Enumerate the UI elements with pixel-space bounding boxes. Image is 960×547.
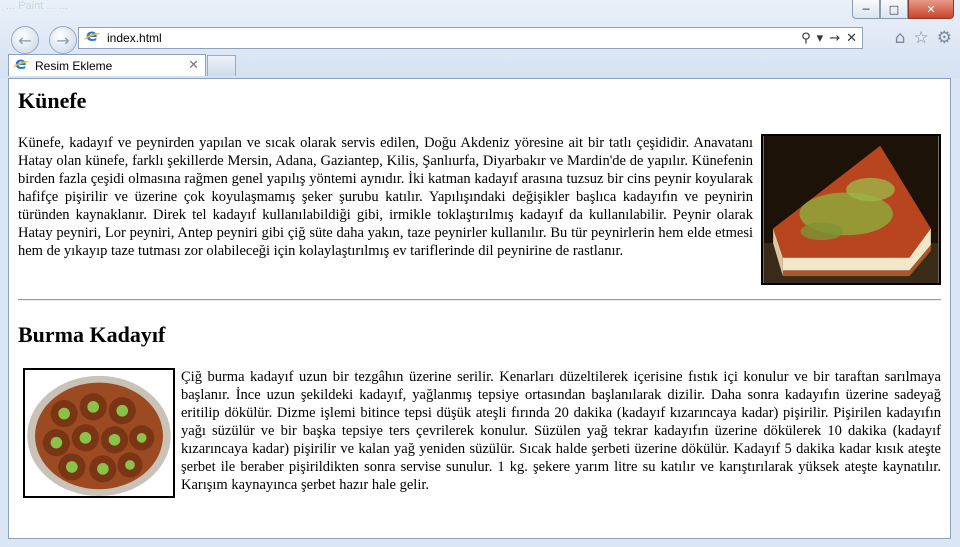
section-text-burma: Çiğ burma kadayıf uzun bir tezgâhın üzer…	[181, 369, 941, 493]
toolbar-icons: ⌂ ☆ ⚙	[895, 28, 952, 48]
section-burma: Çiğ burma kadayıf uzun bir tezgâhın üzer…	[18, 368, 941, 504]
browser-chrome: ... Paint ... ... ─ □ ✕ ← → index.html ⚲…	[0, 0, 960, 78]
forward-button[interactable]: →	[49, 26, 77, 54]
window-title: ... Paint ... ...	[6, 0, 68, 12]
section-divider	[18, 299, 941, 301]
chevron-down-icon[interactable]: ▾	[817, 31, 824, 46]
favorites-star-icon[interactable]: ☆	[914, 28, 929, 48]
address-bar[interactable]: index.html ⚲ ▾ → ✕	[78, 26, 863, 49]
window-controls: ─ □ ✕	[852, 0, 954, 19]
ie-page-icon	[85, 26, 101, 46]
page-content: Künefe Künefe, kadayıf ve peynirden yapı…	[8, 78, 951, 539]
address-tools: ⚲ ▾ → ✕	[801, 31, 857, 46]
new-tab-button[interactable]	[207, 55, 236, 76]
go-icon[interactable]: →	[829, 31, 840, 46]
burma-kadayif-photo	[23, 368, 175, 498]
address-url[interactable]: index.html	[107, 31, 801, 45]
tab-title: Resim Ekleme	[35, 58, 113, 73]
section-kunefe: Künefe, kadayıf ve peynirden yapılan ve …	[18, 134, 941, 291]
stop-icon[interactable]: ✕	[846, 31, 857, 46]
tab-resim-ekleme[interactable]: Resim Ekleme ✕	[8, 54, 206, 76]
gear-icon[interactable]: ⚙	[937, 28, 952, 48]
back-button[interactable]: ←	[11, 26, 39, 54]
maximize-button[interactable]: □	[880, 0, 908, 19]
section-text-kunefe: Künefe, kadayıf ve peynirden yapılan ve …	[18, 135, 753, 259]
section-heading-burma: Burma Kadayıf	[18, 322, 166, 347]
close-window-button[interactable]: ✕	[908, 0, 954, 19]
search-icon[interactable]: ⚲	[801, 31, 811, 46]
section-heading-kunefe: Künefe	[18, 88, 87, 113]
home-icon[interactable]: ⌂	[895, 28, 906, 48]
close-tab-icon[interactable]: ✕	[188, 58, 199, 73]
kunefe-photo	[761, 134, 941, 285]
tab-ie-icon	[14, 54, 30, 74]
minimize-button[interactable]: ─	[852, 0, 880, 19]
